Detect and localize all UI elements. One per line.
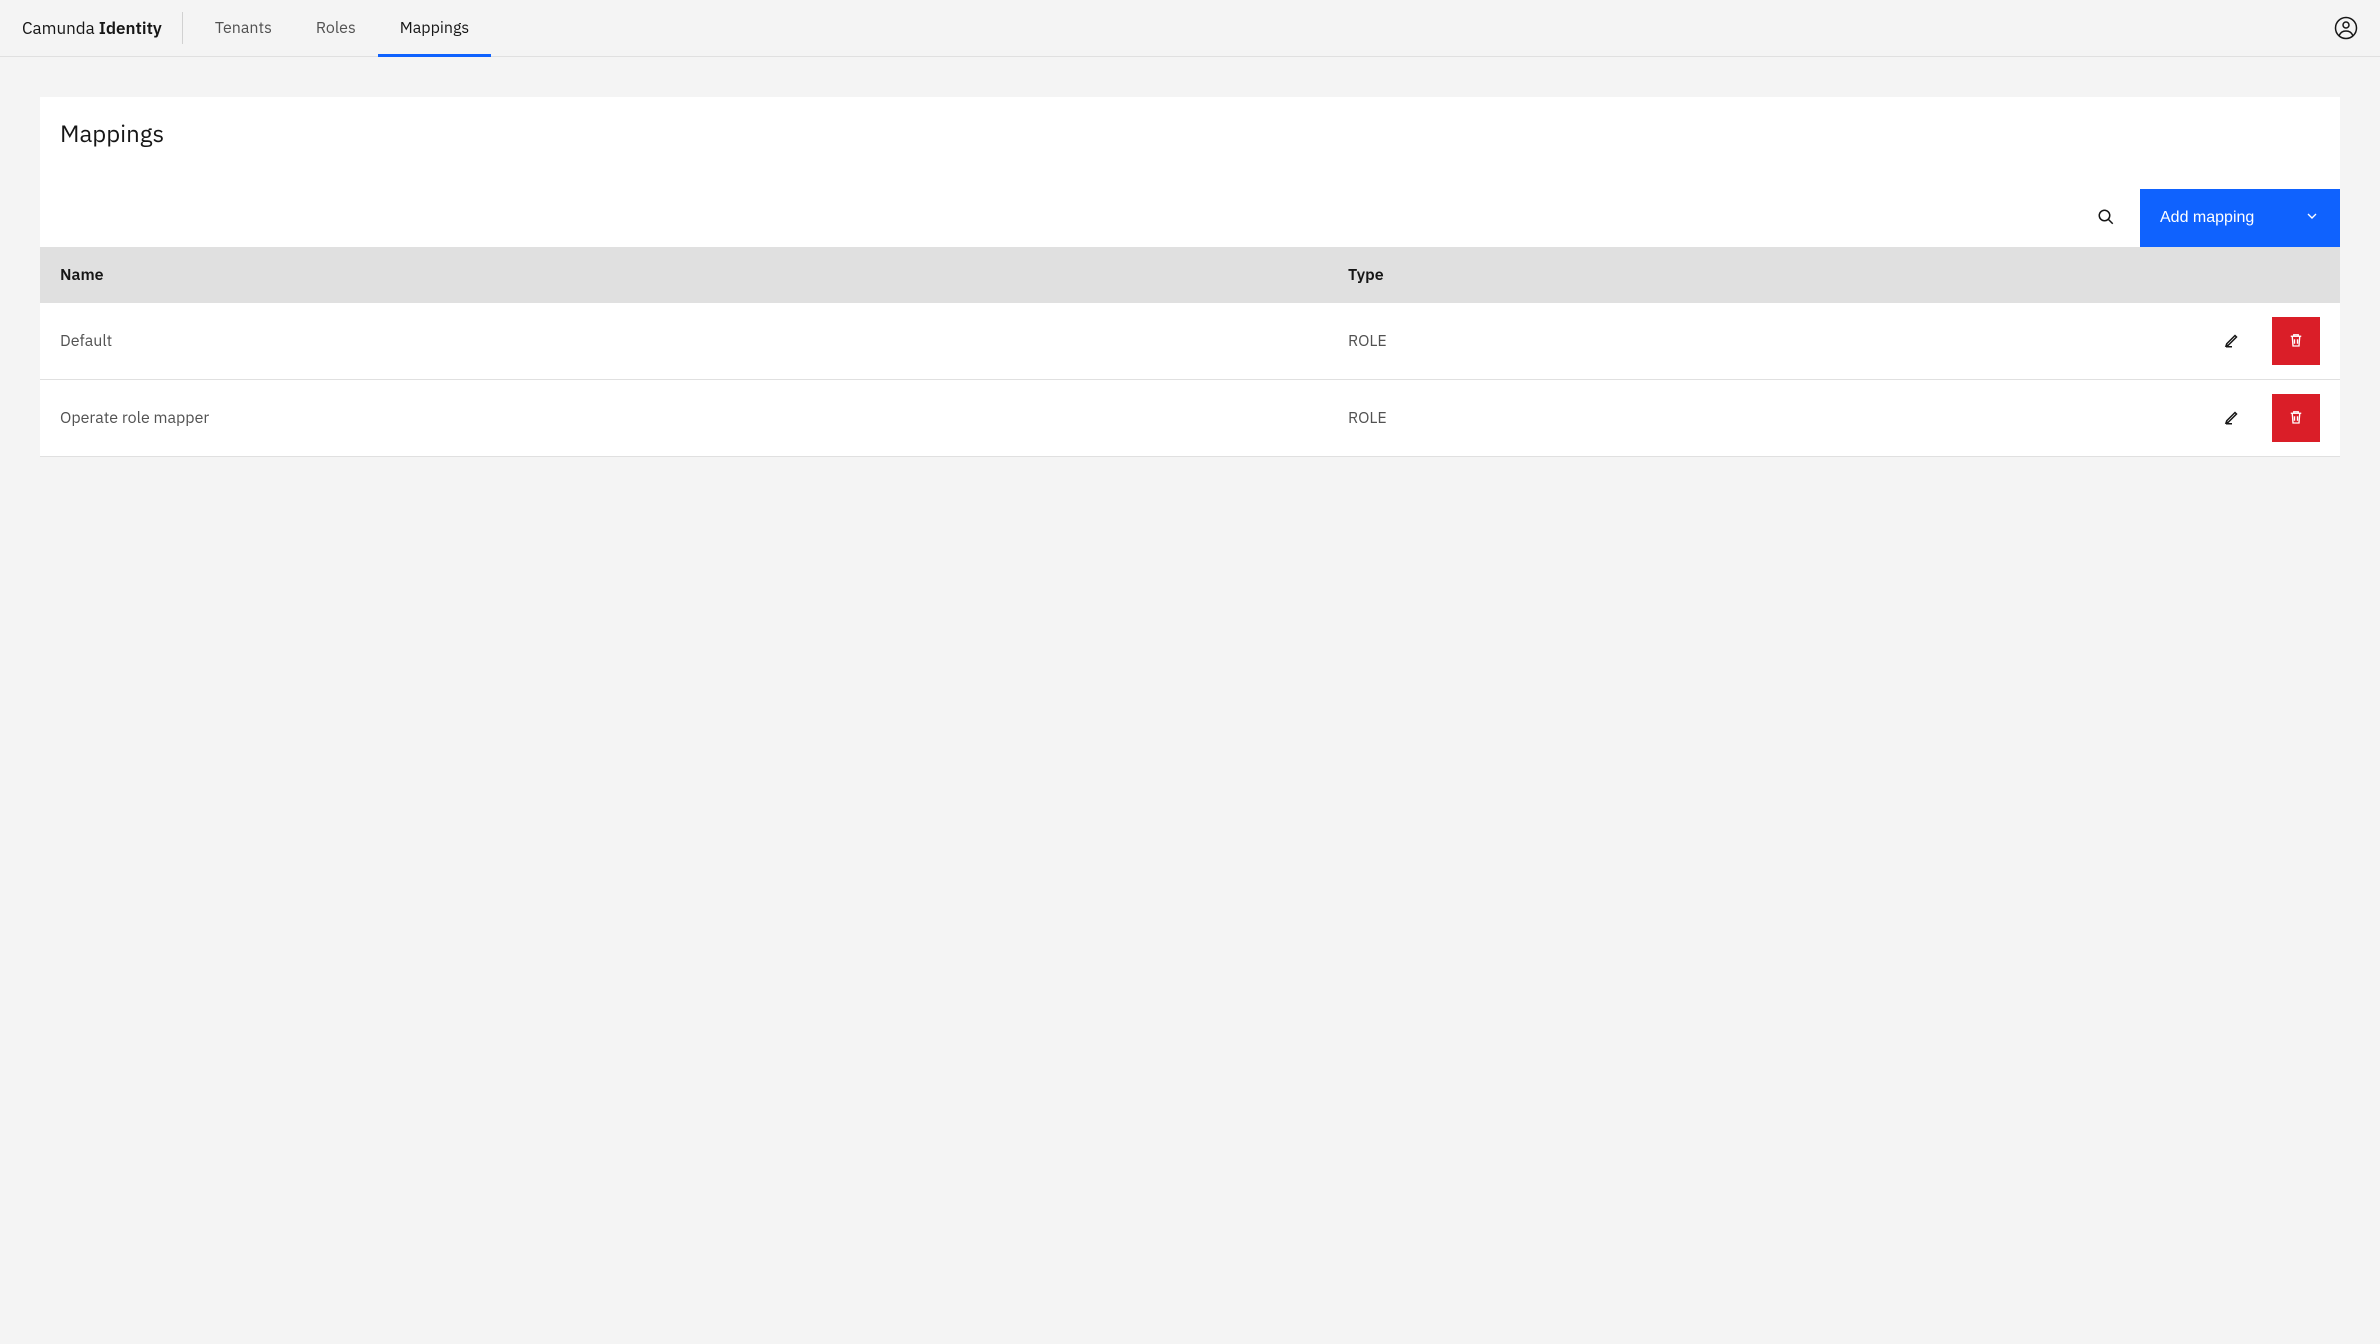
brand-name: Camunda xyxy=(22,17,95,39)
delete-button[interactable] xyxy=(2272,394,2320,442)
add-mapping-button[interactable]: Add mapping xyxy=(2140,189,2340,247)
row-actions xyxy=(1992,317,2320,365)
mappings-table: Name Type Default ROLE xyxy=(40,247,2340,457)
table-toolbar: Add mapping xyxy=(40,189,2340,247)
user-avatar-icon[interactable] xyxy=(2334,16,2358,40)
card-header: Mappings xyxy=(40,97,2340,189)
header-divider xyxy=(182,12,183,44)
row-actions xyxy=(1992,394,2320,442)
trash-icon xyxy=(2287,408,2305,429)
nav-tab-roles[interactable]: Roles xyxy=(294,0,378,56)
main-content: Mappings Add mapping xyxy=(0,57,2380,497)
nav-tabs: Tenants Roles Mappings xyxy=(193,0,491,56)
brand-product: Identity xyxy=(99,17,162,39)
delete-button[interactable] xyxy=(2272,317,2320,365)
table-header-row: Name Type xyxy=(40,247,2340,303)
column-header-type[interactable]: Type xyxy=(1328,247,1972,303)
trash-icon xyxy=(2287,331,2305,352)
edit-icon xyxy=(2223,331,2241,352)
column-header-name[interactable]: Name xyxy=(40,247,1328,303)
add-mapping-label: Add mapping xyxy=(2160,209,2254,227)
nav-tab-tenants[interactable]: Tenants xyxy=(193,0,294,56)
cell-name: Operate role mapper xyxy=(40,380,1328,457)
table-row: Operate role mapper ROLE xyxy=(40,380,2340,457)
cell-type: ROLE xyxy=(1328,303,1972,380)
content-card: Mappings Add mapping xyxy=(40,97,2340,457)
header-right xyxy=(2334,16,2358,40)
page-title: Mappings xyxy=(60,117,2320,149)
nav-tab-mappings[interactable]: Mappings xyxy=(378,0,491,56)
cell-type: ROLE xyxy=(1328,380,1972,457)
edit-button[interactable] xyxy=(2220,406,2244,430)
cell-name: Default xyxy=(40,303,1328,380)
edit-button[interactable] xyxy=(2220,329,2244,353)
chevron-down-icon xyxy=(2272,208,2320,229)
search-icon xyxy=(2097,208,2115,229)
app-header: Camunda Identity Tenants Roles Mappings xyxy=(0,0,2380,57)
edit-icon xyxy=(2223,408,2241,429)
column-header-actions xyxy=(1972,247,2340,303)
brand: Camunda Identity xyxy=(22,17,182,39)
table-row: Default ROLE xyxy=(40,303,2340,380)
search-button[interactable] xyxy=(2082,194,2130,242)
